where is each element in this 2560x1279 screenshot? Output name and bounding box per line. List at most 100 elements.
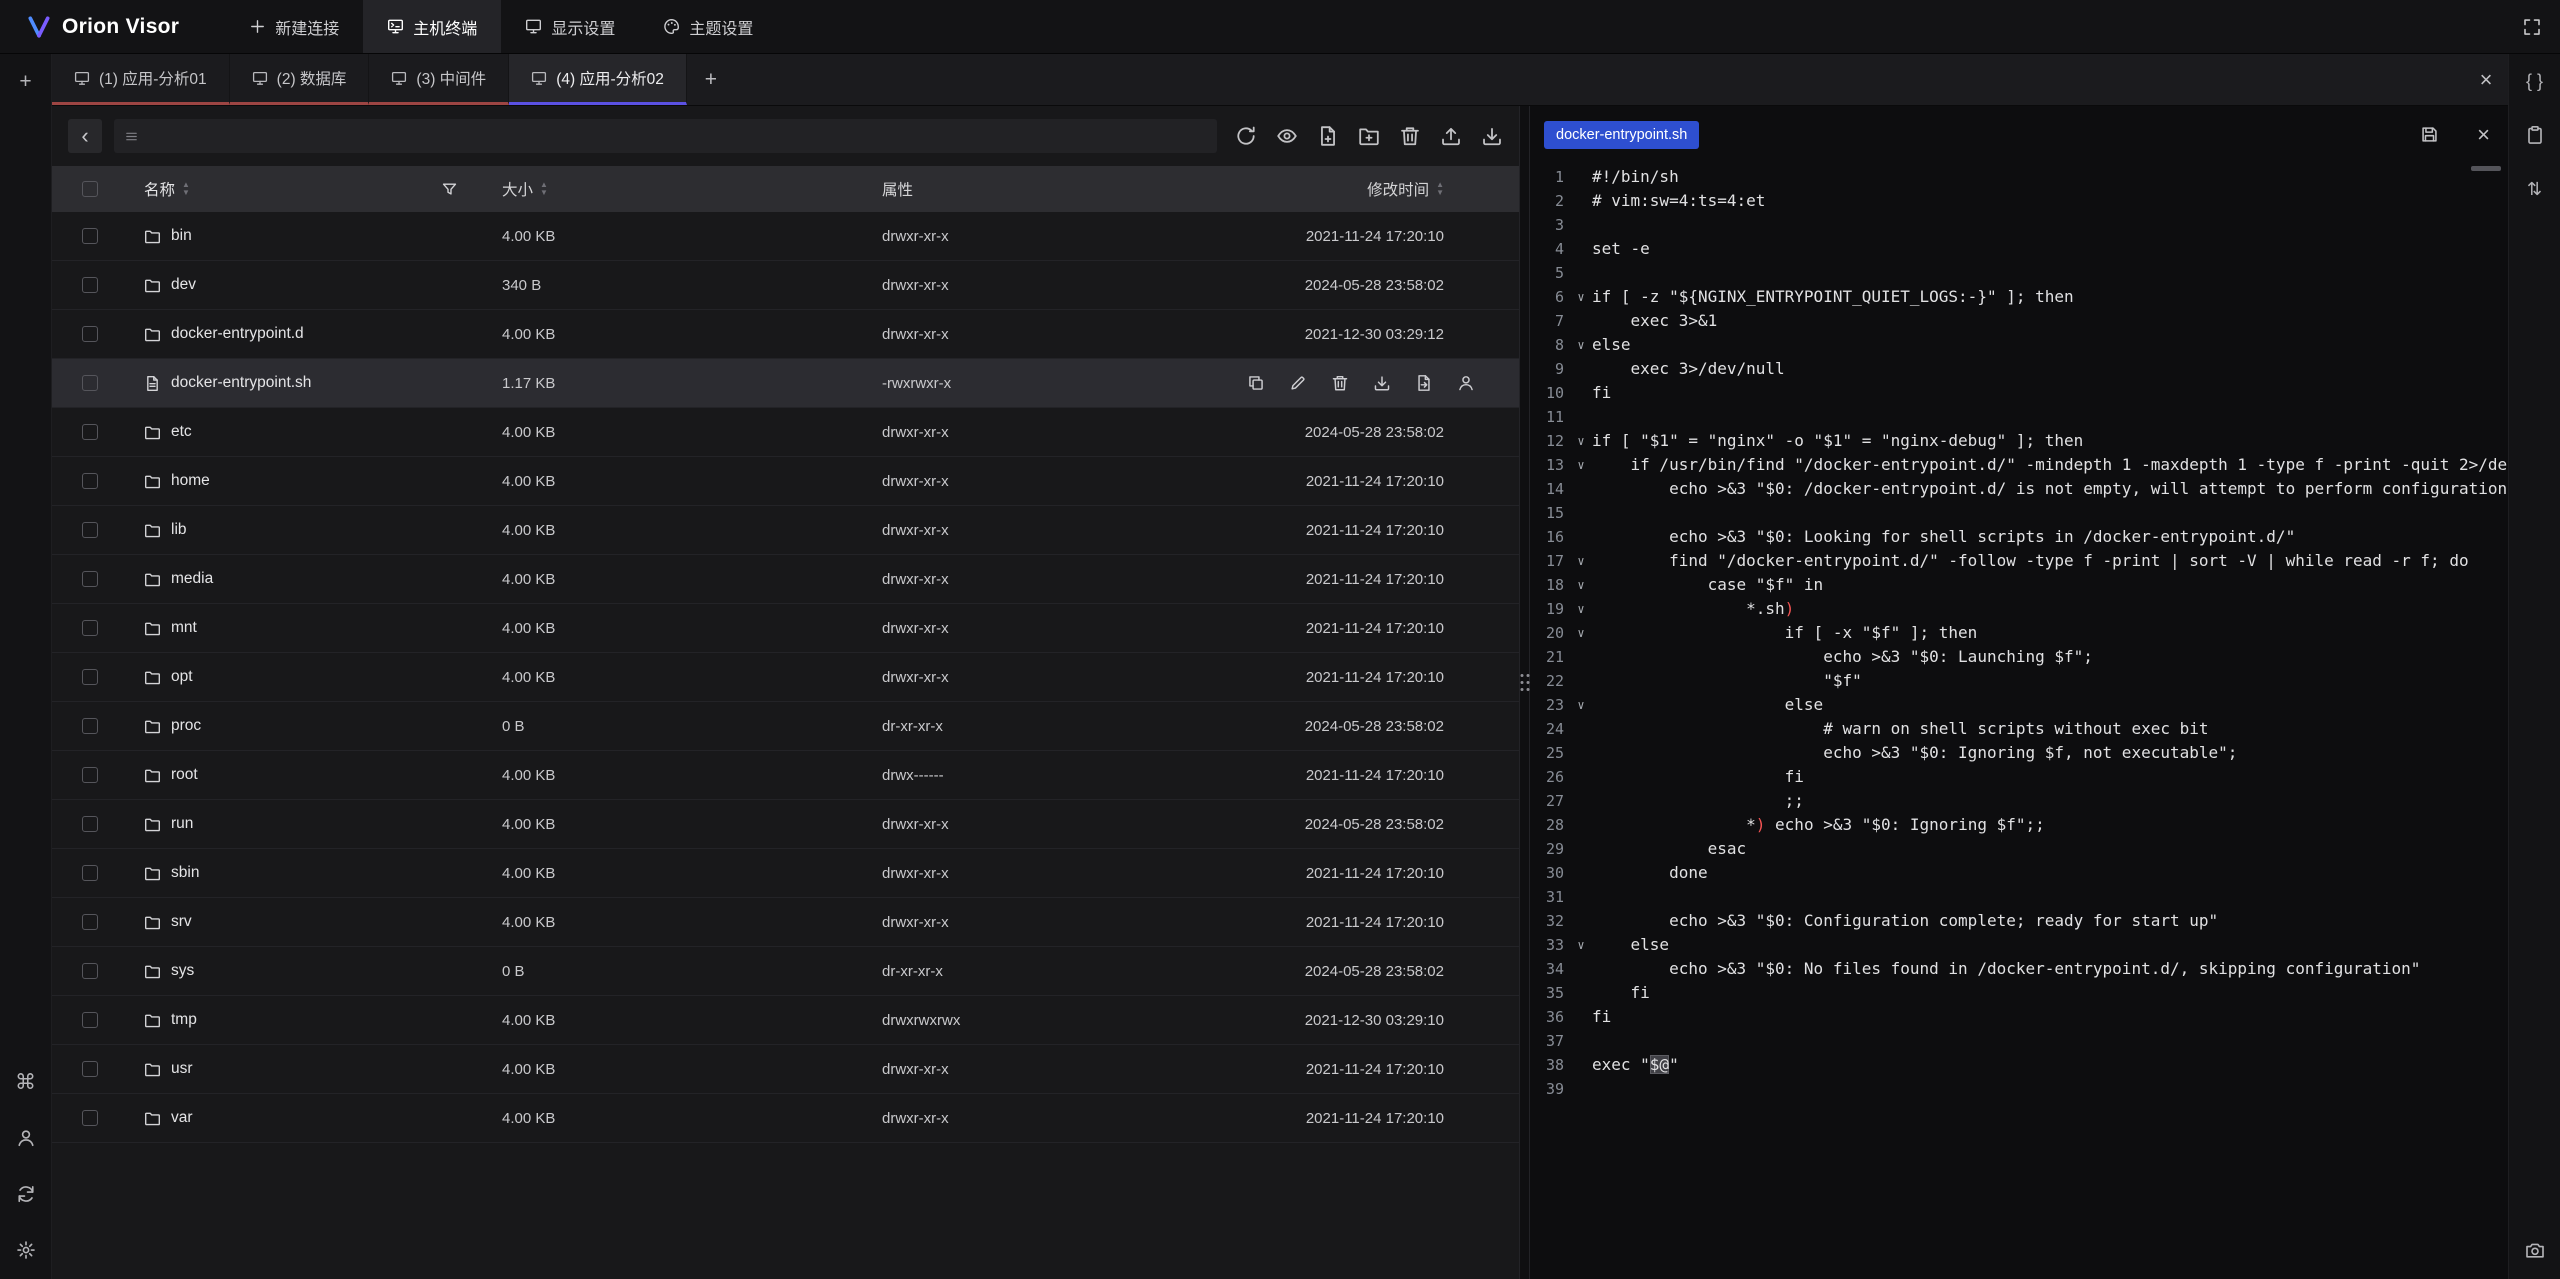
row-checkbox[interactable] xyxy=(82,571,98,587)
row-checkbox[interactable] xyxy=(82,1061,98,1077)
terminal-tab-1[interactable]: (1) 应用-分析01 xyxy=(52,54,230,105)
save-icon[interactable] xyxy=(2420,125,2439,144)
row-checkbox[interactable] xyxy=(82,326,98,342)
row-checkbox[interactable] xyxy=(82,277,98,293)
file-row-lib[interactable]: lib4.00 KBdrwxr-xr-x2021-11-24 17:20:10 xyxy=(52,506,1519,555)
braces-button[interactable]: { } xyxy=(2520,66,2550,96)
user-button[interactable] xyxy=(11,1123,41,1153)
row-checkbox[interactable] xyxy=(82,669,98,685)
code-editor[interactable]: 1234567891011121314151617181920212223242… xyxy=(1530,163,2508,1279)
upload-button[interactable] xyxy=(1440,125,1462,147)
row-checkbox[interactable] xyxy=(82,816,98,832)
row-checkbox[interactable] xyxy=(82,767,98,783)
row-checkbox[interactable] xyxy=(82,228,98,244)
clipboard-button[interactable] xyxy=(2520,120,2550,150)
gear-button[interactable] xyxy=(11,1235,41,1265)
edit-icon[interactable] xyxy=(1289,374,1307,392)
fold-icon[interactable]: ∨ xyxy=(1570,549,1592,573)
column-header-size[interactable]: 大小 xyxy=(502,178,533,200)
row-checkbox[interactable] xyxy=(82,914,98,930)
new-panel-button[interactable]: + xyxy=(11,66,41,96)
fold-icon[interactable]: ∨ xyxy=(1570,333,1592,357)
close-editor-icon[interactable]: × xyxy=(2477,124,2490,146)
fold-icon[interactable]: ∨ xyxy=(1570,597,1592,621)
file-row-dev[interactable]: dev340 Bdrwxr-xr-x2024-05-28 23:58:02 xyxy=(52,261,1519,310)
fold-icon[interactable]: ∨ xyxy=(1570,285,1592,309)
fullscreen-button[interactable] xyxy=(2504,0,2560,53)
command-button[interactable]: ⌘ xyxy=(11,1067,41,1097)
file-row-run[interactable]: run4.00 KBdrwxr-xr-x2024-05-28 23:58:02 xyxy=(52,800,1519,849)
terminal-tab-4[interactable]: (4) 应用-分析02 xyxy=(509,54,687,105)
file-row-sbin[interactable]: sbin4.00 KBdrwxr-xr-x2021-11-24 17:20:10 xyxy=(52,849,1519,898)
file-row-sys[interactable]: sys0 Bdr-xr-xr-x2024-05-28 23:58:02 xyxy=(52,947,1519,996)
new-file-button[interactable] xyxy=(1317,125,1339,147)
download-button[interactable] xyxy=(1481,125,1503,147)
file-row-usr[interactable]: usr4.00 KBdrwxr-xr-x2021-11-24 17:20:10 xyxy=(52,1045,1519,1094)
file-row-mnt[interactable]: mnt4.00 KBdrwxr-xr-x2021-11-24 17:20:10 xyxy=(52,604,1519,653)
editor-file-tab[interactable]: docker-entrypoint.sh xyxy=(1544,121,1699,149)
row-checkbox[interactable] xyxy=(82,1012,98,1028)
file-mtime: 2021-11-24 17:20:10 xyxy=(1238,1110,1519,1127)
file-row-etc[interactable]: etc4.00 KBdrwxr-xr-x2024-05-28 23:58:02 xyxy=(52,408,1519,457)
file-row-proc[interactable]: proc0 Bdr-xr-xr-x2024-05-28 23:58:02 xyxy=(52,702,1519,751)
terminal-tab-3[interactable]: (3) 中间件 xyxy=(369,54,509,105)
file-row-srv[interactable]: srv4.00 KBdrwxr-xr-x2021-11-24 17:20:10 xyxy=(52,898,1519,947)
row-checkbox[interactable] xyxy=(82,424,98,440)
file-row-docker-entrypoint.d[interactable]: docker-entrypoint.d4.00 KBdrwxr-xr-x2021… xyxy=(52,310,1519,359)
file-row-media[interactable]: media4.00 KBdrwxr-xr-x2021-11-24 17:20:1… xyxy=(52,555,1519,604)
code-line: if /usr/bin/find "/docker-entrypoint.d/"… xyxy=(1592,453,2508,477)
sort-mtime[interactable]: ▲▼ xyxy=(1436,182,1444,196)
sort-size[interactable]: ▲▼ xyxy=(540,182,548,196)
eye-button[interactable] xyxy=(1276,125,1298,147)
panel-resizer[interactable] xyxy=(1519,106,1530,1279)
camera-button[interactable] xyxy=(2520,1235,2550,1265)
file-row-var[interactable]: var4.00 KBdrwxr-xr-x2021-11-24 17:20:10 xyxy=(52,1094,1519,1143)
back-button[interactable]: ‹ xyxy=(68,119,102,153)
fold-icon[interactable]: ∨ xyxy=(1570,933,1592,957)
sort-name[interactable]: ▲▼ xyxy=(182,182,190,196)
row-checkbox[interactable] xyxy=(82,522,98,538)
select-all-checkbox[interactable] xyxy=(82,181,98,197)
terminal-tab-2[interactable]: (2) 数据库 xyxy=(230,54,370,105)
move-icon[interactable] xyxy=(1415,374,1433,392)
file-row-home[interactable]: home4.00 KBdrwxr-xr-x2021-11-24 17:20:10 xyxy=(52,457,1519,506)
file-row-root[interactable]: root4.00 KBdrwx------2021-11-24 17:20:10 xyxy=(52,751,1519,800)
sync-button[interactable] xyxy=(11,1179,41,1209)
fold-icon[interactable]: ∨ xyxy=(1570,621,1592,645)
filter-icon[interactable] xyxy=(441,181,458,198)
file-row-docker-entrypoint.sh[interactable]: docker-entrypoint.sh1.17 KB-rwxrwxr-x xyxy=(52,359,1519,408)
column-header-name[interactable]: 名称 xyxy=(144,178,175,200)
row-checkbox[interactable] xyxy=(82,865,98,881)
brand[interactable]: Orion Visor xyxy=(0,0,191,53)
column-header-mtime[interactable]: 修改时间 xyxy=(1367,178,1429,200)
transfer-button[interactable]: ⇅ xyxy=(2520,174,2550,204)
nav-item-display-settings[interactable]: 显示设置 xyxy=(501,0,639,53)
file-row-bin[interactable]: bin4.00 KBdrwxr-xr-x2021-11-24 17:20:10 xyxy=(52,212,1519,261)
row-checkbox[interactable] xyxy=(82,1110,98,1126)
copy-icon[interactable] xyxy=(1247,374,1265,392)
delete-icon[interactable] xyxy=(1331,374,1349,392)
row-checkbox[interactable] xyxy=(82,620,98,636)
file-row-tmp[interactable]: tmp4.00 KBdrwxrwxrwx2021-12-30 03:29:10 xyxy=(52,996,1519,1045)
row-checkbox[interactable] xyxy=(82,718,98,734)
add-terminal-tab-button[interactable]: + xyxy=(687,54,735,105)
delete-button[interactable] xyxy=(1399,125,1421,147)
row-checkbox[interactable] xyxy=(82,375,98,391)
download-icon[interactable] xyxy=(1373,374,1391,392)
close-panel-button[interactable]: × xyxy=(2464,54,2508,105)
nav-item-host-terminal[interactable]: 主机终端 xyxy=(363,0,501,53)
fold-icon[interactable]: ∨ xyxy=(1570,429,1592,453)
scrollbar-thumb[interactable] xyxy=(2471,166,2501,171)
permission-icon[interactable] xyxy=(1457,374,1475,392)
new-folder-button[interactable] xyxy=(1358,125,1380,147)
refresh-button[interactable] xyxy=(1235,125,1257,147)
nav-item-new-connection[interactable]: 新建连接 xyxy=(225,0,363,53)
fold-icon[interactable]: ∨ xyxy=(1570,573,1592,597)
row-checkbox[interactable] xyxy=(82,963,98,979)
row-checkbox[interactable] xyxy=(82,473,98,489)
fold-icon[interactable]: ∨ xyxy=(1570,453,1592,477)
path-input[interactable] xyxy=(147,128,1207,144)
nav-item-theme-settings[interactable]: 主题设置 xyxy=(639,0,777,53)
file-row-opt[interactable]: opt4.00 KBdrwxr-xr-x2021-11-24 17:20:10 xyxy=(52,653,1519,702)
fold-icon[interactable]: ∨ xyxy=(1570,693,1592,717)
